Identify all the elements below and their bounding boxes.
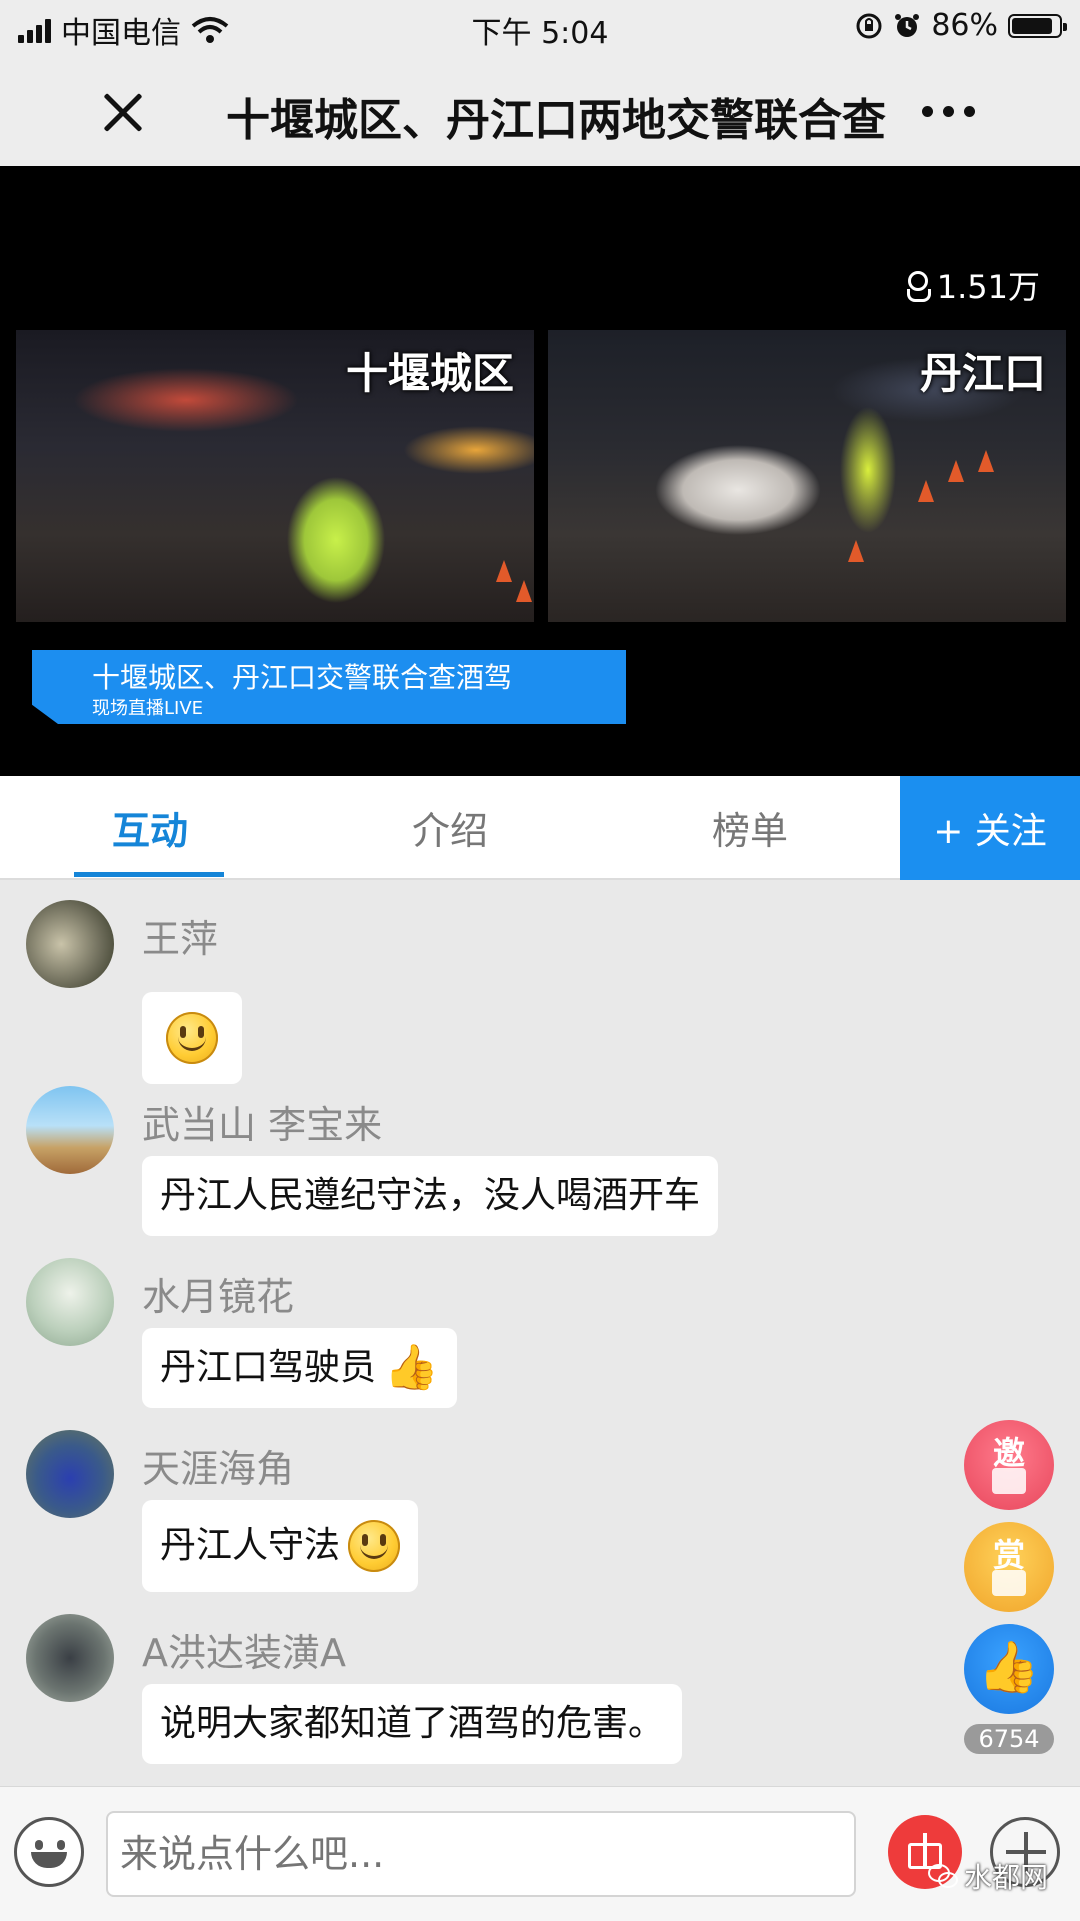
tab-intro[interactable]: 介绍: [412, 800, 488, 855]
video-panel-left-label: 十堰城区: [345, 349, 514, 398]
tab-ranking[interactable]: 榜单: [712, 800, 788, 855]
chat-text: 丹江人民遵纪守法，没人喝酒开车: [160, 1175, 701, 1216]
video-panel-right: 丹江口: [548, 330, 1066, 622]
live-video-player[interactable]: 1.51万 十堰城区 丹江口 十堰城区、丹江口交警联合查酒驾 现场直播LIVE: [0, 166, 1080, 776]
thumbs-up-icon: 👍: [977, 1638, 1041, 1696]
wechat-icon: [928, 1864, 958, 1888]
chat-username: 王萍: [142, 917, 219, 961]
avatar[interactable]: [26, 1086, 114, 1174]
chat-bubble: 丹江人守法: [142, 1500, 419, 1592]
smiley-icon: [166, 1012, 218, 1064]
battery-percent: 86%: [931, 8, 998, 43]
alarm-icon: [895, 13, 920, 37]
follow-button[interactable]: + 关注: [900, 776, 1080, 880]
comment-input[interactable]: [106, 1811, 856, 1897]
avatar[interactable]: [26, 900, 114, 988]
smiley-icon: [348, 1520, 401, 1572]
tab-bar: 互动 介绍 榜单 + 关注: [0, 776, 1080, 880]
chat-username: 水月镜花: [142, 1275, 295, 1319]
video-panel-left: 十堰城区: [16, 330, 534, 622]
chat-username: 武当山 李宝来: [142, 1103, 383, 1147]
status-bar: 中国电信 下午 5:04 86%: [0, 0, 1080, 54]
live-banner-subtitle: 现场直播LIVE: [92, 698, 204, 719]
page-title: 十堰城区、丹江口两地交警联合查: [226, 95, 886, 146]
viewer-count: 1.51万: [905, 262, 1040, 308]
avatar[interactable]: [26, 1614, 114, 1702]
chat-bubble: [142, 992, 242, 1084]
watermark: 水都网: [928, 1856, 1048, 1896]
thumbs-up-icon: 👍: [384, 1342, 439, 1393]
live-banner: 十堰城区、丹江口交警联合查酒驾 现场直播LIVE: [32, 650, 626, 724]
chat-text: 说明大家都知道了酒驾的危害。: [160, 1703, 665, 1744]
chat-list[interactable]: 王萍 武当山 李宝来 丹江人民遵纪守法，没人喝酒开车 水月镜花 丹江口驾驶员 👍…: [0, 880, 1080, 1786]
live-banner-title: 十堰城区、丹江口交警联合查酒驾: [92, 661, 513, 694]
active-tab-indicator: [74, 872, 224, 877]
chat-username: A洪达装潢A: [142, 1631, 346, 1675]
reward-button[interactable]: 赏: [964, 1522, 1054, 1612]
chat-text: 丹江口驾驶员: [160, 1347, 377, 1388]
viewer-icon: [905, 271, 931, 302]
like-count: 6754: [964, 1724, 1054, 1754]
title-bar: 十堰城区、丹江口两地交警联合查: [0, 54, 1080, 167]
more-icon[interactable]: [922, 106, 975, 117]
like-button[interactable]: 👍: [964, 1624, 1054, 1714]
chat-bubble: 说明大家都知道了酒驾的危害。: [142, 1684, 683, 1764]
avatar[interactable]: [26, 1258, 114, 1346]
chat-bubble: 丹江口驾驶员 👍: [142, 1328, 457, 1408]
chat-bubble: 丹江人民遵纪守法，没人喝酒开车: [142, 1156, 719, 1236]
video-panel-right-label: 丹江口: [919, 349, 1046, 398]
invite-button[interactable]: 邀: [964, 1420, 1054, 1510]
battery-icon: [1008, 13, 1067, 38]
tab-interaction[interactable]: 互动: [112, 800, 188, 855]
viewer-count-value: 1.51万: [936, 268, 1040, 306]
heart-card-icon: [992, 1468, 1026, 1494]
close-icon[interactable]: [96, 84, 152, 140]
orientation-lock-icon: [856, 13, 882, 38]
chat-username: 天涯海角: [142, 1447, 295, 1491]
clock: 下午 5:04: [471, 16, 609, 51]
avatar[interactable]: [26, 1430, 114, 1518]
chat-text: 丹江人守法: [160, 1525, 341, 1566]
emoji-icon[interactable]: [14, 1817, 84, 1887]
coin-card-icon: [992, 1570, 1026, 1596]
watermark-text: 水都网: [964, 1861, 1049, 1894]
comment-input-bar: [0, 1786, 1080, 1921]
